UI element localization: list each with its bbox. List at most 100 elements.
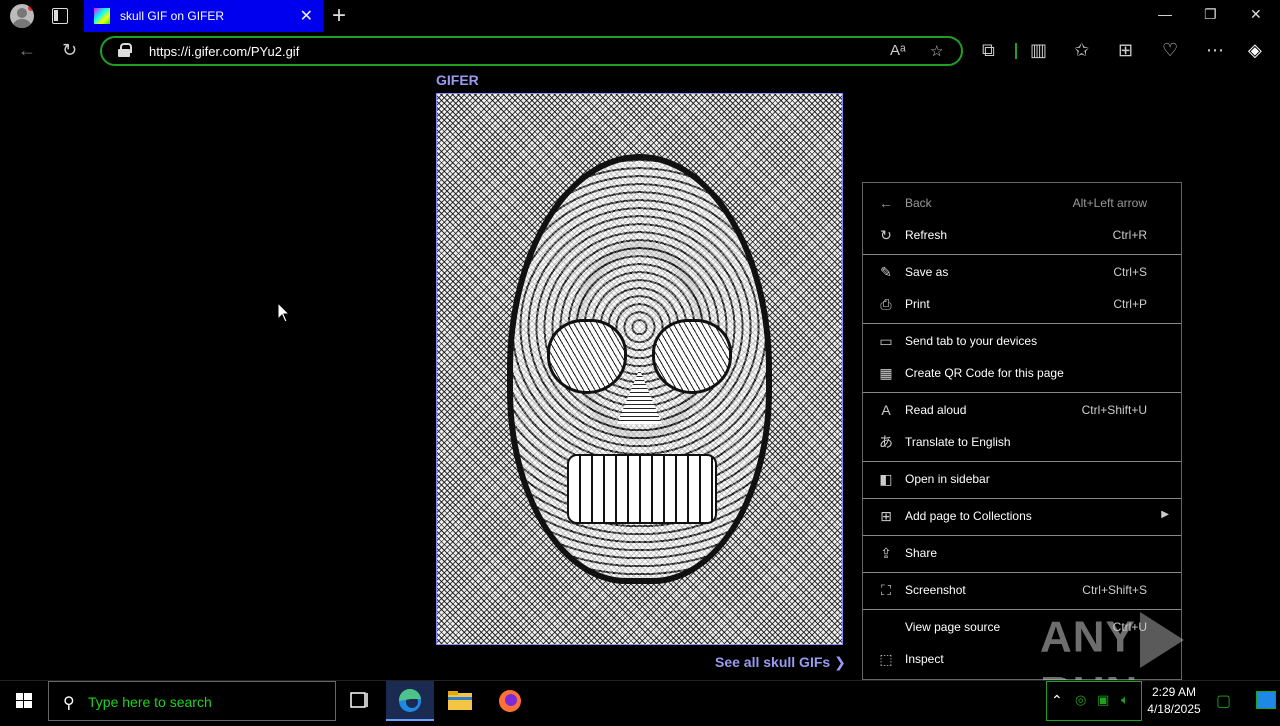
skull-left-eye <box>547 319 627 394</box>
skull-right-eye <box>652 319 732 394</box>
action-center-icon[interactable]: ▢ <box>1216 691 1231 711</box>
context-menu: ← Back Alt+Left arrow ↻ Refresh Ctrl+R ✎… <box>862 182 1182 680</box>
send-to-devices-icon: ▭ <box>879 333 893 349</box>
printer-icon: ⎙ <box>880 296 892 312</box>
clock-time: 2:29 AM <box>1151 685 1197 699</box>
collections-icon[interactable]: ⊞ <box>1118 40 1133 60</box>
volume-icon[interactable]: 🔈︎ <box>1121 692 1129 708</box>
close-tab-icon[interactable]: ✕ <box>300 6 313 26</box>
see-all-label[interactable]: See all skull GIFs <box>715 654 830 670</box>
screenshot-icon: ⛶ <box>881 582 891 598</box>
inspect-icon: ⬚ <box>879 651 893 667</box>
firefox-icon[interactable] <box>486 681 534 721</box>
share-icon: ⇪ <box>880 545 892 561</box>
task-view-icon[interactable] <box>336 681 384 721</box>
tab-actions-icon[interactable] <box>52 8 68 24</box>
watermark-text-left: ANY <box>1040 612 1136 662</box>
menu-divider <box>863 254 1181 255</box>
address-bar[interactable]: https://i.gifer.com/PYu2.gif A͏ᵃ ☆ <box>100 36 963 66</box>
menu-label: Add page to Collections <box>905 509 1032 523</box>
windows-start-icon[interactable] <box>0 681 48 721</box>
menu-shortcut: Ctrl+S <box>1113 265 1147 279</box>
menu-divider <box>863 461 1181 462</box>
chevron-right-icon: ❯ <box>834 654 846 670</box>
settings-more-icon[interactable]: ⋯ <box>1206 40 1224 60</box>
menu-divider <box>863 323 1181 324</box>
split-screen-icon[interactable]: ▥ <box>1030 40 1047 60</box>
tray-chevron-up-icon[interactable]: ⌃ <box>1051 692 1063 709</box>
lock-icon[interactable] <box>118 43 132 57</box>
menu-shortcut: Ctrl+P <box>1113 297 1147 311</box>
skull-teeth <box>567 454 717 524</box>
show-desktop-icon[interactable] <box>1256 691 1276 709</box>
address-url[interactable]: https://i.gifer.com/PYu2.gif <box>149 44 299 59</box>
menu-divider <box>863 572 1181 573</box>
close-window-icon[interactable]: ✕ <box>1250 6 1262 23</box>
browser-essentials-icon[interactable]: ♡ <box>1162 40 1178 60</box>
menu-label: Inspect <box>905 652 944 666</box>
network-icon[interactable]: ▣ <box>1097 692 1109 708</box>
location-icon[interactable]: ◎ <box>1075 692 1086 708</box>
menu-label: Back <box>905 196 932 210</box>
read-aloud-icon[interactable]: A͏ᵃ <box>890 42 906 59</box>
menu-label: Refresh <box>905 228 948 242</box>
back-icon[interactable]: ← <box>18 40 36 60</box>
browser-toolbar: ← ↻ https://i.gifer.com/PYu2.gif A͏ᵃ ☆ ⧉… <box>0 32 1280 70</box>
menu-item-save-as[interactable]: ✎ Save as Ctrl+S <box>863 257 1181 287</box>
tab-active[interactable]: skull GIF on GIFER ✕ <box>84 0 323 32</box>
menu-label: Screenshot <box>905 583 966 597</box>
extensions-icon[interactable]: ⧉ <box>982 40 995 60</box>
menu-item-qr-code[interactable]: ▦ Create QR Code for this page <box>863 358 1181 388</box>
play-icon <box>1139 612 1184 668</box>
menu-label: Read aloud <box>905 403 967 417</box>
menu-label: View page source <box>905 620 1001 634</box>
open-in-sidebar-icon: ◧ <box>879 471 893 487</box>
menu-item-translate[interactable]: あ Translate to English <box>863 427 1181 457</box>
menu-shortcut: Ctrl+Shift+S <box>1082 583 1147 597</box>
menu-item-send-tab[interactable]: ▭ Send tab to your devices <box>863 326 1181 356</box>
menu-divider <box>863 535 1181 536</box>
menu-label: Save as <box>905 265 949 279</box>
search-icon: ⚲ <box>63 695 75 712</box>
new-tab-icon[interactable]: + <box>332 2 346 30</box>
menu-shortcut: Ctrl+R <box>1112 228 1147 242</box>
tab-title: skull GIF on GIFER <box>120 9 225 23</box>
menu-item-back[interactable]: ← Back Alt+Left arrow <box>863 188 1181 218</box>
menu-label: Translate to English <box>905 435 1011 449</box>
menu-item-add-to-collections[interactable]: ⊞ Add page to Collections ▶ <box>863 501 1181 531</box>
submenu-arrow-icon: ▶ <box>1161 509 1169 520</box>
save-as-icon: ✎ <box>880 264 892 280</box>
translate-icon: あ <box>879 434 893 450</box>
skull-gif-image[interactable] <box>436 93 843 645</box>
profile-avatar-icon[interactable] <box>10 4 34 28</box>
menu-item-open-in-sidebar[interactable]: ◧ Open in sidebar <box>863 464 1181 494</box>
gifer-brand[interactable]: GIFER <box>436 72 479 88</box>
search-placeholder[interactable]: Type here to search <box>88 694 212 710</box>
taskbar: ⚲ Type here to search ⌃ ◎ ▣ 🔈︎ 2:29 AM 4… <box>0 680 1280 721</box>
menu-item-print[interactable]: ⎙ Print Ctrl+P <box>863 289 1181 319</box>
menu-item-share[interactable]: ⇪ Share <box>863 538 1181 568</box>
menu-divider <box>863 392 1181 393</box>
taskbar-search-box[interactable]: ⚲ Type here to search <box>48 681 336 721</box>
gifer-favicon-icon <box>94 8 110 24</box>
system-tray: ⌃ ◎ ▣ 🔈︎ <box>1046 681 1142 721</box>
favorites-icon[interactable]: ✩ <box>1074 40 1089 60</box>
minimize-icon[interactable]: — <box>1158 6 1172 22</box>
menu-item-read-aloud[interactable]: A Read aloud Ctrl+Shift+U <box>863 395 1181 425</box>
menu-item-screenshot[interactable]: ⛶ Screenshot Ctrl+Shift+S <box>863 575 1181 605</box>
restore-icon[interactable]: ❐ <box>1204 6 1217 23</box>
favorite-star-icon[interactable]: ☆ <box>930 42 943 60</box>
refresh-icon: ↻ <box>880 227 892 243</box>
menu-label: Print <box>905 297 930 311</box>
toolbar-divider <box>1015 43 1017 59</box>
menu-label: Send tab to your devices <box>905 334 1038 348</box>
menu-item-refresh[interactable]: ↻ Refresh Ctrl+R <box>863 220 1181 250</box>
taskbar-clock[interactable]: 2:29 AM 4/18/2025 <box>1144 684 1204 718</box>
edge-taskbar-icon[interactable] <box>386 681 434 721</box>
copilot-icon[interactable]: ◈ <box>1248 40 1262 60</box>
qr-code-icon: ▦ <box>879 365 893 381</box>
menu-shortcut: Alt+Left arrow <box>1072 196 1147 210</box>
refresh-icon[interactable]: ↻ <box>62 40 77 60</box>
see-all-link[interactable]: See all skull GIFs ❯ <box>715 654 846 671</box>
file-explorer-icon[interactable] <box>436 681 484 721</box>
